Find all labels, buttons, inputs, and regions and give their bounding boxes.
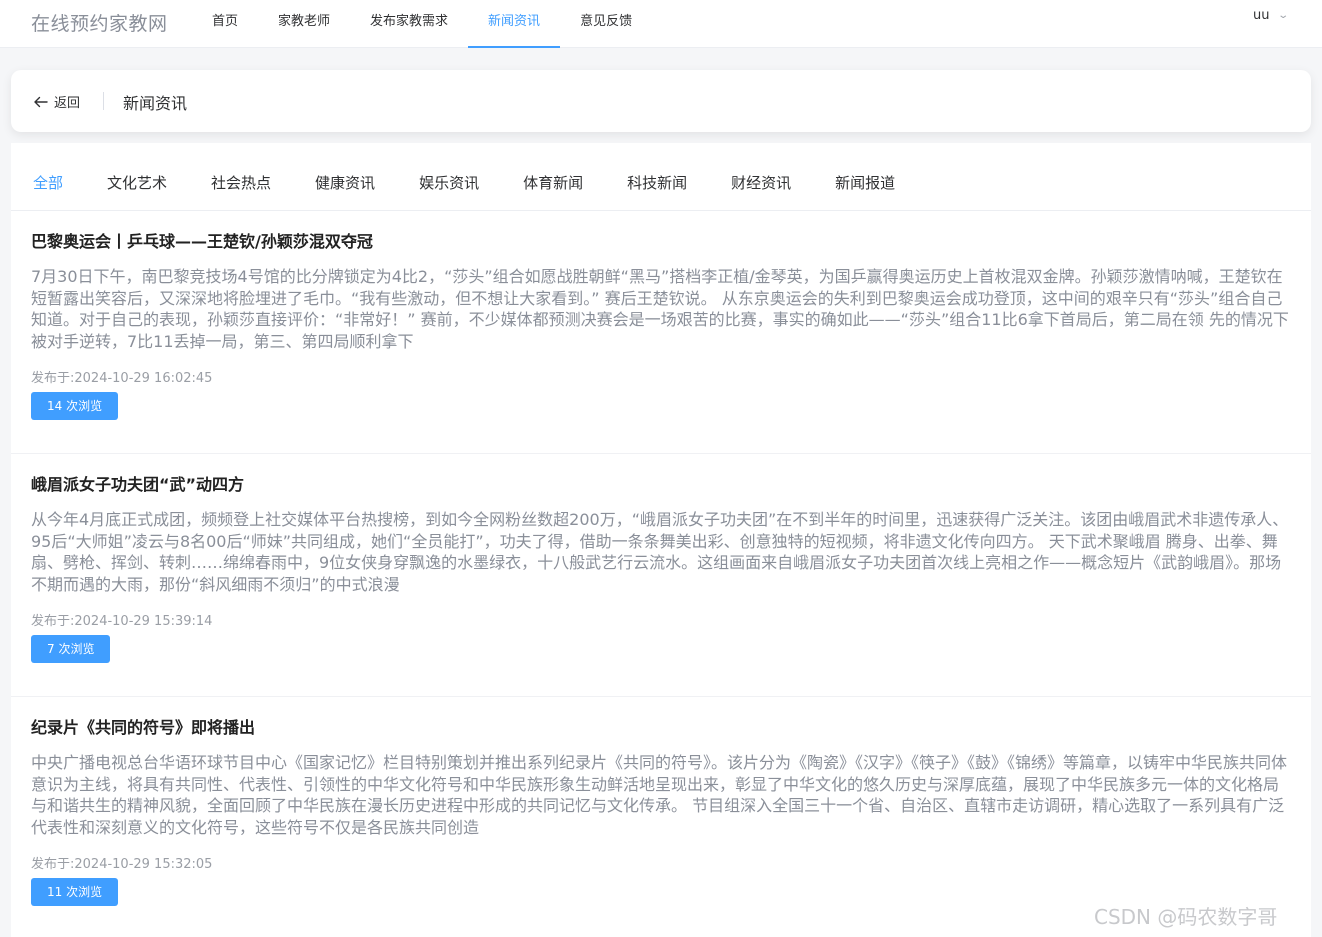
view-count-badge[interactable]: 11 次浏览 [31,878,119,906]
watermark: CSDN @码农数字哥 [1094,905,1278,929]
nav-item-news[interactable]: 新闻资讯 [468,0,561,48]
news-title[interactable]: 峨眉派女子功夫团“武”动四方 [31,471,244,495]
page-title: 新闻资讯 [123,94,188,113]
tab-all[interactable]: 全部 [33,172,63,210]
divider [11,453,1311,454]
news-summary: 7月30日下午，南巴黎竞技场4号馆的比分牌锁定为4比2，“莎头”组合如愿战胜朝鲜… [31,267,1289,351]
news-summary: 中央广播电视总台华语环球节目中心《国家记忆》栏目特别策划并推出系列纪录片《共同的… [31,753,1288,837]
category-tabs: 全部 文化艺术 社会热点 健康资讯 娱乐资讯 体育新闻 科技新闻 财经资讯 新闻… [11,143,1311,211]
site-title[interactable]: 在线预约家教网 [31,9,168,36]
chevron-down-icon: ⌄ [1277,10,1290,21]
tab-tech[interactable]: 科技新闻 [627,172,687,210]
arrow-left-icon [34,96,48,107]
news-date: 发布于:2024-10-29 16:02:45 [31,371,213,386]
nav-item-home[interactable]: 首页 [192,0,258,48]
header-divider [103,92,104,110]
page-header: 返回 新闻资讯 [11,70,1311,132]
tab-news-report[interactable]: 新闻报道 [835,172,895,210]
view-count-badge[interactable]: 7 次浏览 [31,635,111,663]
tab-entertainment[interactable]: 娱乐资讯 [419,172,479,210]
tab-social-hot[interactable]: 社会热点 [211,172,271,210]
tab-sports[interactable]: 体育新闻 [523,172,583,210]
back-label: 返回 [54,96,81,111]
news-date: 发布于:2024-10-29 15:39:14 [31,614,213,629]
main-nav: 首页 家教老师 发布家教需求 新闻资讯 意见反馈 [192,0,652,48]
nav-item-tutors[interactable]: 家教老师 [258,0,350,48]
user-menu[interactable]: uu ⌄ [1253,8,1290,23]
news-list-card: 全部 文化艺术 社会热点 健康资讯 娱乐资讯 体育新闻 科技新闻 财经资讯 新闻… [11,143,1311,937]
divider [11,696,1311,697]
top-navbar: 在线预约家教网 首页 家教老师 发布家教需求 新闻资讯 意见反馈 uu ⌄ [0,0,1322,48]
news-summary: 从今年4月底正式成团，频频登上社交媒体平台热搜榜，到如今全网粉丝数超200万，“… [31,510,1289,594]
tab-culture-art[interactable]: 文化艺术 [107,172,167,210]
nav-item-feedback[interactable]: 意见反馈 [560,0,652,48]
nav-item-post-request[interactable]: 发布家教需求 [350,0,468,48]
news-date: 发布于:2024-10-29 15:32:05 [31,857,213,872]
tab-health[interactable]: 健康资讯 [315,172,375,210]
view-count-badge[interactable]: 14 次浏览 [31,392,119,420]
news-title[interactable]: 纪录片《共同的符号》即将播出 [31,714,255,738]
user-name: uu [1253,8,1270,23]
tab-finance[interactable]: 财经资讯 [731,172,791,210]
news-title[interactable]: 巴黎奥运会丨乒乓球——王楚钦/孙颖莎混双夺冠 [31,228,373,252]
back-button[interactable]: 返回 [33,92,80,111]
